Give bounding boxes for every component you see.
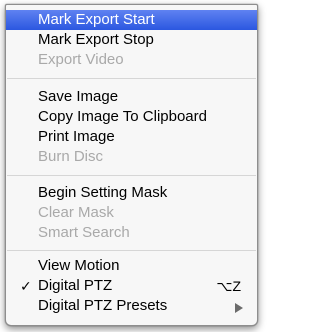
menu-separator — [7, 250, 256, 251]
menu-item-view-motion[interactable]: View Motion — [6, 256, 257, 276]
checkmark-icon: ✓ — [20, 278, 32, 294]
menu-item-clear-mask[interactable]: Clear Mask — [6, 203, 257, 223]
menu-separator — [7, 78, 256, 79]
menu-item-copy-image-to-clipboard[interactable]: Copy Image To Clipboard — [6, 107, 257, 127]
menu-item-mark-export-start[interactable]: Mark Export Start — [6, 10, 257, 30]
menu-item-label: Clear Mask — [38, 204, 114, 221]
menu-item-label: View Motion — [38, 257, 120, 274]
menu-item-label: Copy Image To Clipboard — [38, 108, 207, 125]
menu-item-mark-export-stop[interactable]: Mark Export Stop — [6, 30, 257, 50]
menu-item-smart-search[interactable]: Smart Search — [6, 223, 257, 243]
menu-item-label: Save Image — [38, 88, 119, 105]
menu-separator — [7, 175, 256, 176]
menu-item-print-image[interactable]: Print Image — [6, 127, 257, 147]
menu-item-label: Mark Export Stop — [38, 31, 154, 48]
menu-item-digital-ptz[interactable]: ✓ Digital PTZ ⌥Z — [6, 276, 257, 296]
menu-item-export-video[interactable]: Export Video — [6, 50, 257, 70]
menu-item-burn-disc[interactable]: Burn Disc — [6, 147, 257, 167]
context-menu: Mark Export Start Mark Export Stop Expor… — [5, 4, 258, 326]
menu-item-begin-setting-mask[interactable]: Begin Setting Mask — [6, 183, 257, 203]
menu-item-digital-ptz-presets[interactable]: Digital PTZ Presets — [6, 296, 257, 316]
menu-item-label: Burn Disc — [38, 148, 104, 165]
keyboard-shortcut: ⌥Z — [216, 278, 241, 294]
menu-item-label: Digital PTZ — [38, 277, 113, 294]
menu-item-label: Mark Export Start — [38, 11, 155, 28]
menu-item-label: Print Image — [38, 128, 115, 145]
triangle-right-icon — [235, 303, 243, 313]
menu-item-label: Smart Search — [38, 224, 130, 241]
menu-item-save-image[interactable]: Save Image — [6, 87, 257, 107]
menu-item-label: Export Video — [38, 51, 124, 68]
menu-item-label: Begin Setting Mask — [38, 184, 168, 201]
menu-item-label: Digital PTZ Presets — [38, 297, 168, 314]
